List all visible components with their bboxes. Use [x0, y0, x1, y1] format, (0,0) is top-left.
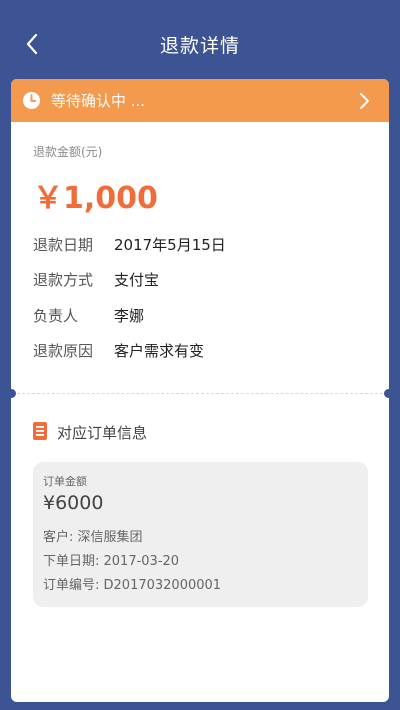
responsible-person-label: 负责人 [33, 307, 79, 325]
ticket-notch-right [384, 389, 393, 398]
back-button[interactable] [18, 28, 46, 60]
order-customer: 客户: 深信服集团 [43, 530, 143, 545]
refund-amount: ￥1,000 [33, 181, 158, 216]
nav-bar: 退款详情 [0, 0, 400, 88]
chevron-left-icon [26, 33, 38, 55]
clock-icon [22, 91, 41, 110]
status-text: 等待确认中 ... [51, 92, 146, 110]
order-date: 下单日期: 2017-03-20 [43, 554, 180, 569]
order-amount-label: 订单金额 [43, 475, 87, 488]
page-title: 退款详情 [159, 34, 240, 57]
order-number: 订单编号: D2017032000001 [43, 578, 222, 593]
refund-method-value: 支付宝 [114, 271, 160, 289]
refund-detail-card: 等待确认中 ... 退款金额(元) ￥1,000 退款日期 2017年5月15日… [7, 79, 393, 702]
refund-amount-label: 退款金额(元) [33, 145, 103, 159]
chevron-right-icon [360, 93, 369, 109]
ticket-notch-left [7, 389, 16, 398]
status-bar[interactable]: 等待确认中 ... [11, 79, 389, 122]
responsible-person-value: 李娜 [114, 307, 145, 325]
dashed-divider [17, 393, 383, 394]
refund-date-value: 2017年5月15日 [114, 236, 226, 254]
refund-reason-value: 客户需求有变 [114, 342, 205, 360]
list-icon [33, 422, 47, 440]
refund-method-label: 退款方式 [33, 271, 94, 289]
order-amount: ¥6000 [43, 492, 104, 514]
refund-reason-label: 退款原因 [33, 342, 94, 360]
refund-date-label: 退款日期 [33, 236, 94, 254]
order-section-title: 对应订单信息 [57, 424, 148, 442]
order-info-card[interactable]: 订单金额 ¥6000 客户: 深信服集团 下单日期: 2017-03-20 订单… [33, 462, 368, 607]
